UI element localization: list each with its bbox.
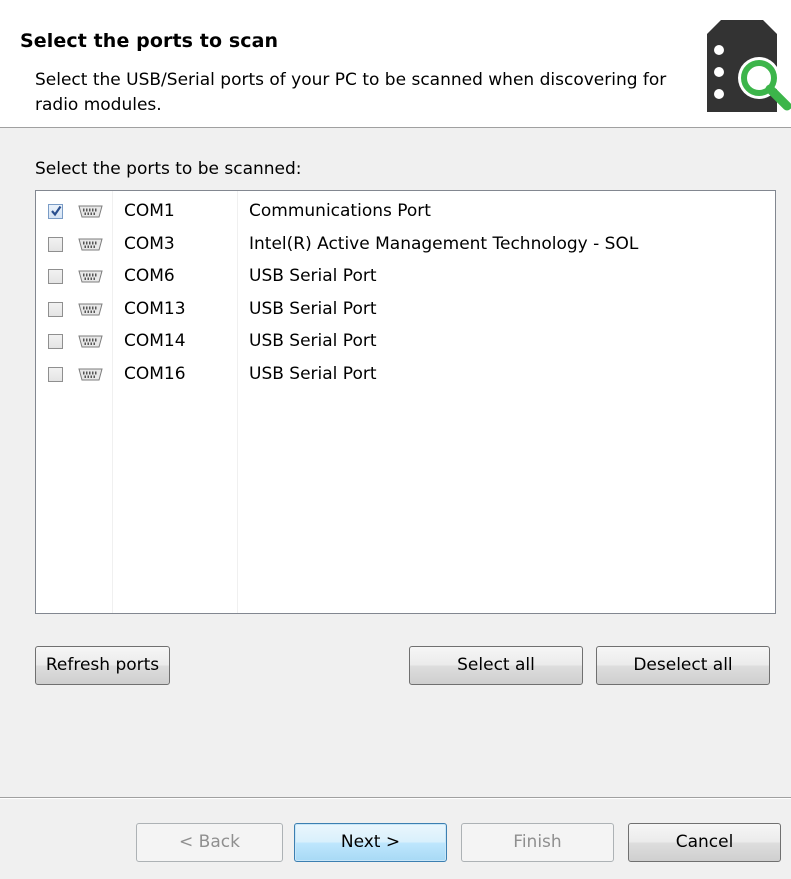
serial-port-icon [78,303,103,316]
next-button[interactable]: Next > [294,823,447,862]
cancel-button[interactable]: Cancel [628,823,781,862]
refresh-ports-button[interactable]: Refresh ports [35,646,170,685]
select-all-button[interactable]: Select all [409,646,583,685]
port-checkbox[interactable] [48,269,63,285]
port-row[interactable]: COM1 Communications Port [36,195,775,227]
port-description: Intel(R) Active Management Technology - … [249,233,639,254]
port-row[interactable]: COM6 USB Serial Port [36,260,775,292]
port-name: COM13 [124,298,186,319]
port-name: COM1 [124,201,175,221]
ports-list[interactable]: COM1 Communications Port COM3 Intel(R) Acti… [35,190,776,614]
port-name: COM14 [124,331,186,352]
port-description: USB Serial Port [249,331,377,352]
port-row[interactable]: COM13 USB Serial Port [36,293,775,325]
page-title: Select the ports to scan [20,30,279,52]
port-checkbox[interactable] [48,367,63,382]
radio-module-search-icon [707,20,791,112]
finish-button[interactable]: Finish [461,823,614,862]
page-description: Select the USB/Serial ports of your PC t… [35,70,667,115]
serial-port-icon [78,335,103,348]
serial-port-icon [78,368,103,381]
port-name: COM16 [124,364,186,384]
ports-list-label: Select the ports to be scanned: [35,159,302,179]
port-row[interactable]: COM16 USB Serial Port [36,358,775,390]
port-name: COM6 [124,266,175,287]
port-row[interactable]: COM14 USB Serial Port [36,325,775,357]
port-checkbox[interactable] [48,301,63,317]
port-checkbox[interactable] [48,204,63,219]
serial-port-icon [78,238,103,251]
port-description: USB Serial Port [249,364,377,384]
wizard-header: Select the ports to scan Select the USB/… [0,0,791,128]
port-name: COM3 [124,233,175,254]
port-checkbox[interactable] [48,334,63,350]
serial-port-icon [78,270,103,283]
serial-port-icon [78,205,103,218]
port-description: Communications Port [249,201,431,221]
footer-separator-highlight [0,798,791,799]
port-description: USB Serial Port [249,266,377,287]
port-row[interactable]: COM3 Intel(R) Active Management Technolog… [36,228,775,260]
port-description: USB Serial Port [249,298,377,319]
deselect-all-button[interactable]: Deselect all [596,646,770,685]
port-checkbox[interactable] [48,236,63,252]
back-button[interactable]: < Back [136,823,283,862]
